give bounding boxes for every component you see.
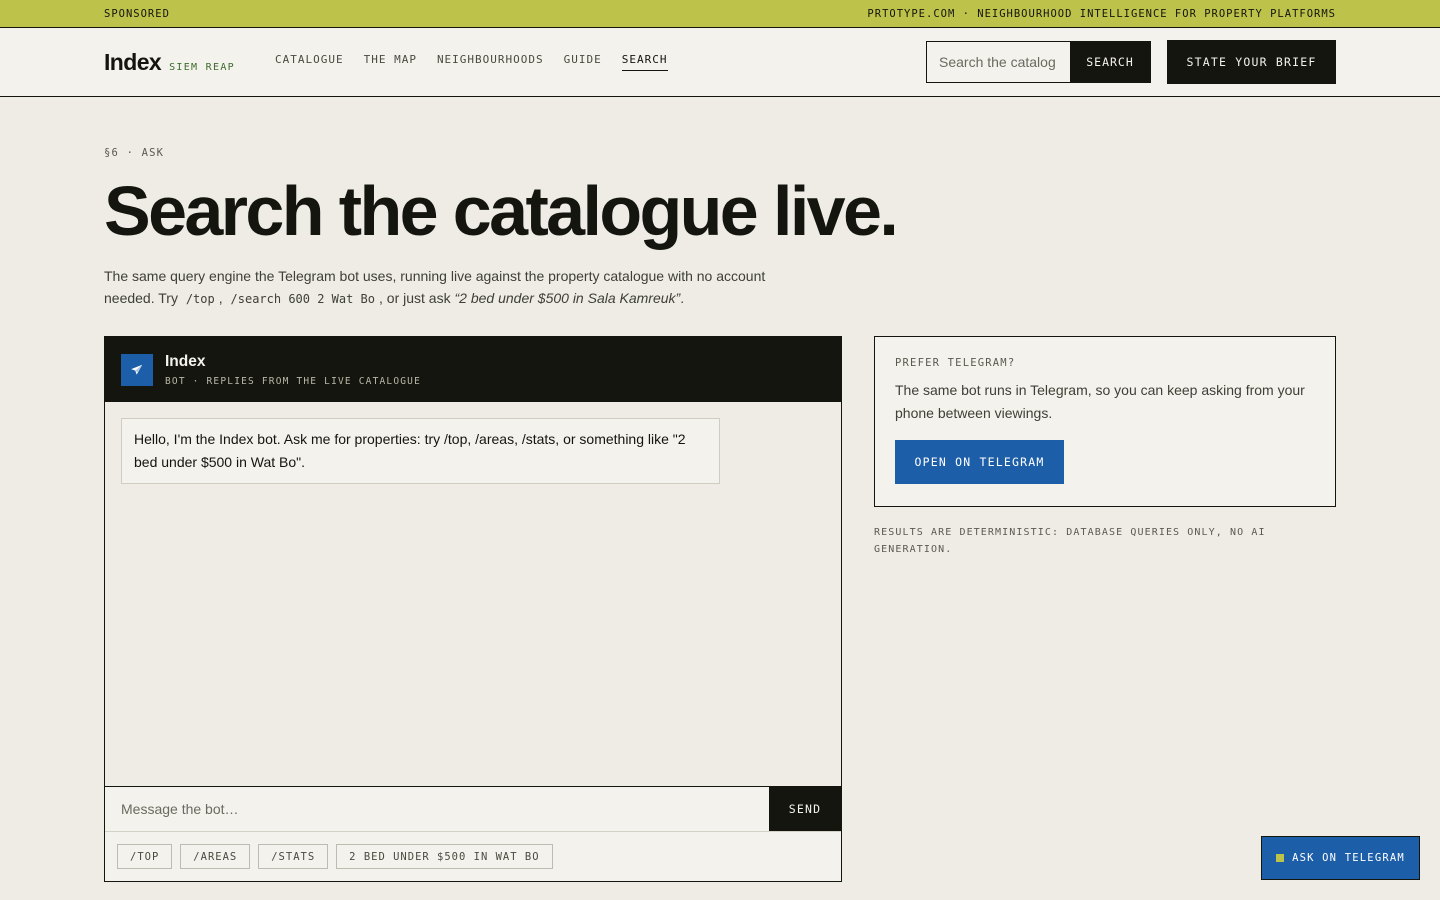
catalog-search-input[interactable]: [927, 42, 1070, 82]
state-brief-button[interactable]: STATE YOUR BRIEF: [1167, 40, 1336, 84]
send-button[interactable]: SEND: [769, 787, 841, 831]
chat-messages[interactable]: Hello, I'm the Index bot. Ask me for pro…: [105, 402, 841, 786]
nav-neighbourhoods[interactable]: NEIGHBOURHOODS: [437, 53, 544, 71]
brand-name: Index: [104, 48, 162, 75]
deterministic-note: RESULTS ARE DETERMINISTIC: DATABASE QUER…: [874, 527, 1266, 555]
open-telegram-button[interactable]: OPEN ON TELEGRAM: [895, 440, 1064, 484]
sponsor-link[interactable]: PRTOTYPE.COM · NEIGHBOURHOOD INTELLIGENC…: [867, 8, 1336, 20]
bot-meta: Index BOT · REPLIES FROM THE LIVE CATALO…: [165, 353, 421, 387]
sponsored-bar: SPONSORED PRTOTYPE.COM · NEIGHBOURHOOD I…: [0, 0, 1440, 28]
chat-panel: Index BOT · REPLIES FROM THE LIVE CATALO…: [104, 336, 842, 882]
bot-name: Index: [165, 352, 206, 370]
telegram-eyebrow: PREFER TELEGRAM?: [895, 357, 1016, 369]
chat-header: Index BOT · REPLIES FROM THE LIVE CATALO…: [105, 337, 841, 402]
lede-separator: ,: [218, 290, 223, 306]
bot-subtitle: BOT · REPLIES FROM THE LIVE CATALOGUE: [165, 375, 422, 387]
page-lede: The same query engine the Telegram bot u…: [104, 265, 794, 310]
nav-guide[interactable]: GUIDE: [564, 53, 602, 71]
brand-logo[interactable]: Index SIEM REAP: [104, 49, 235, 76]
example-query: “2 bed under $500 in Sala Kamreuk”: [454, 290, 681, 306]
brand-city: SIEM REAP: [169, 61, 235, 73]
ask-telegram-float-button[interactable]: ASK ON TELEGRAM: [1261, 836, 1420, 880]
lede-text-2: , or just ask: [379, 290, 451, 306]
ask-telegram-label: ASK ON TELEGRAM: [1292, 852, 1405, 864]
hero-section: §6 · ASK Search the catalogue live. The …: [0, 97, 1440, 310]
chip-top[interactable]: /TOP: [117, 844, 173, 869]
chat-composer: SEND: [105, 786, 841, 832]
example-command-search: /search 600 2 Wat Bo: [230, 292, 376, 306]
chip-areas[interactable]: /AREAS: [180, 844, 251, 869]
status-dot-icon: [1276, 854, 1285, 862]
bot-message: Hello, I'm the Index bot. Ask me for pro…: [121, 418, 720, 484]
telegram-description: The same bot runs in Telegram, so you ca…: [895, 382, 1305, 421]
message-input[interactable]: [105, 787, 769, 831]
lede-end: .: [680, 290, 685, 306]
page-title: Search the catalogue live.: [104, 172, 899, 250]
sponsored-label: SPONSORED: [104, 7, 170, 20]
search-button[interactable]: SEARCH: [1070, 42, 1150, 82]
site-header: Index SIEM REAP CATALOGUE THE MAP NEIGHB…: [0, 28, 1440, 97]
header-search: SEARCH: [926, 41, 1151, 83]
section-eyebrow: §6 · ASK: [104, 147, 165, 159]
nav-search[interactable]: SEARCH: [621, 53, 668, 71]
nav-catalogue[interactable]: CATALOGUE: [275, 53, 344, 71]
telegram-plane-icon: [131, 364, 143, 375]
chip-stats[interactable]: /STATS: [258, 844, 329, 869]
quick-replies: /TOP /AREAS /STATS 2 BED UNDER $500 IN W…: [105, 832, 841, 881]
bot-avatar: [121, 353, 153, 386]
chip-example-query[interactable]: 2 BED UNDER $500 IN WAT BO: [336, 844, 553, 869]
nav-the-map[interactable]: THE MAP: [364, 53, 417, 71]
telegram-card: PREFER TELEGRAM? The same bot runs in Te…: [874, 336, 1336, 507]
header-actions: SEARCH STATE YOUR BRIEF: [926, 40, 1336, 84]
main-nav: CATALOGUE THE MAP NEIGHBOURHOODS GUIDE S…: [275, 53, 668, 71]
example-command-top: /top: [185, 292, 215, 306]
